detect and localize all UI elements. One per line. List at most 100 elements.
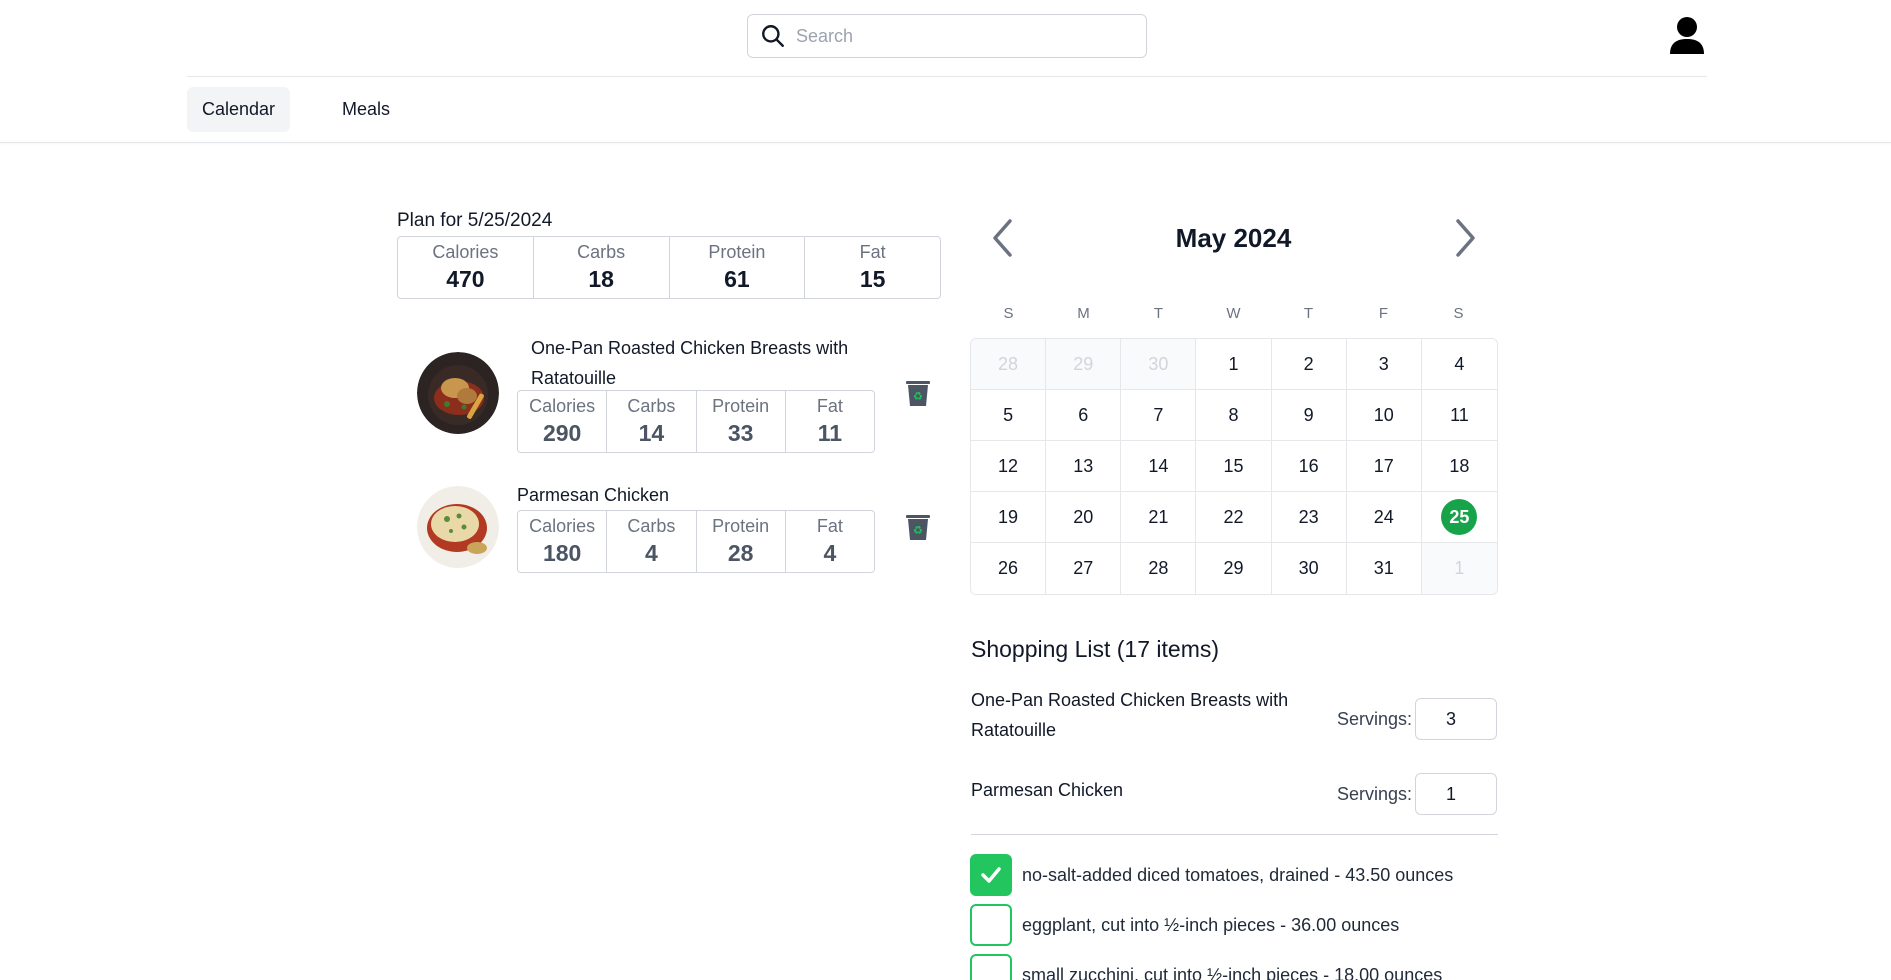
- calendar-day-number: 19: [998, 506, 1019, 527]
- macro-value: 61: [724, 266, 750, 292]
- calendar-day[interactable]: 1: [1421, 543, 1497, 594]
- calendar-day[interactable]: 9: [1271, 390, 1347, 441]
- parmesan-chicken-photo: [417, 486, 499, 568]
- shopping-meal-name: One-Pan Roasted Chicken Breasts with Rat…: [971, 690, 1289, 740]
- calendar-day[interactable]: 6: [1046, 390, 1122, 441]
- calendar-day[interactable]: 30: [1121, 339, 1197, 390]
- calendar-day[interactable]: 10: [1346, 390, 1422, 441]
- macro-value: 14: [638, 420, 665, 446]
- calendar-day-number: 13: [1073, 455, 1094, 476]
- meal-name[interactable]: One-Pan Roasted Chicken Breasts with Rat…: [531, 333, 871, 393]
- calendar-day[interactable]: 19: [971, 492, 1047, 543]
- calendar-day[interactable]: 4: [1421, 339, 1497, 390]
- calendar-day[interactable]: 16: [1271, 441, 1347, 492]
- calendar-day-number: 18: [1449, 455, 1470, 476]
- item-checkbox[interactable]: [970, 854, 1012, 896]
- calendar-day[interactable]: 20: [1046, 492, 1122, 543]
- calendar-day[interactable]: 11: [1421, 390, 1497, 441]
- calendar-day-number: 27: [1073, 558, 1094, 578]
- macro-label: Fat: [859, 242, 886, 262]
- macro-label: Protein: [708, 242, 766, 262]
- macro-label: Carbs: [627, 516, 676, 536]
- calendar-day[interactable]: 30: [1271, 543, 1347, 594]
- calendar-day[interactable]: 23: [1271, 492, 1347, 543]
- svg-text:♻: ♻: [913, 524, 923, 537]
- roasted-chicken-photo: [417, 352, 499, 434]
- macro-value: 28: [727, 540, 754, 566]
- macro-label: Carbs: [577, 242, 626, 262]
- user-avatar-icon[interactable]: [1668, 16, 1706, 56]
- calendar-day[interactable]: 31: [1346, 543, 1422, 594]
- calendar-day-number: 3: [1378, 353, 1389, 374]
- checkmark-icon: [981, 867, 1001, 883]
- shopping-divider: [971, 834, 1498, 835]
- macro-value: 18: [588, 266, 614, 292]
- calendar-day[interactable]: 18: [1421, 441, 1497, 492]
- trash-icon[interactable]: ♻: [903, 378, 933, 408]
- calendar-day-number: 21: [1148, 506, 1169, 527]
- calendar-day[interactable]: 27: [1046, 543, 1122, 594]
- macro-fat: Fat 11: [786, 391, 874, 452]
- shopping-list-title: Shopping List (17 items): [971, 636, 1220, 662]
- calendar-day[interactable]: 2: [1271, 339, 1347, 390]
- calendar-day-number: 22: [1223, 506, 1244, 527]
- macro-value: 15: [859, 266, 886, 292]
- calendar-day[interactable]: 17: [1346, 441, 1422, 492]
- calendar-day[interactable]: 12: [971, 441, 1047, 492]
- calendar-day-number: 6: [1078, 404, 1089, 425]
- calendar-day[interactable]: 5: [971, 390, 1047, 441]
- macro-calories: Calories 470: [398, 237, 534, 298]
- weekday-label: W: [1226, 305, 1241, 322]
- calendar-day-number: 8: [1228, 404, 1239, 425]
- calendar-day-number: 2: [1303, 353, 1314, 374]
- weekday-label: T: [1303, 305, 1314, 322]
- search-input[interactable]: [796, 25, 1116, 47]
- item-checkbox[interactable]: [970, 954, 1012, 980]
- search-icon: [762, 25, 784, 47]
- servings-label: Servings:: [1337, 784, 1413, 804]
- calendar-day[interactable]: 1: [1196, 339, 1272, 390]
- calendar-day-number: 9: [1303, 404, 1314, 425]
- calendar-day[interactable]: 29: [1046, 339, 1122, 390]
- calendar-day[interactable]: 13: [1046, 441, 1122, 492]
- calendar-day[interactable]: 22: [1196, 492, 1272, 543]
- calendar-day[interactable]: 15: [1196, 441, 1272, 492]
- next-month-chevron-icon[interactable]: [1450, 217, 1480, 259]
- item-label: small zucchini, cut into ½-inch pieces -…: [1022, 964, 1443, 980]
- calendar-day-number: 30: [1298, 558, 1319, 578]
- search-bar[interactable]: [747, 14, 1147, 58]
- calendar-day[interactable]: 7: [1121, 390, 1197, 441]
- macro-value: 470: [446, 266, 485, 292]
- calendar-day[interactable]: 26: [971, 543, 1047, 594]
- prev-month-chevron-icon[interactable]: [988, 217, 1018, 259]
- macro-value: 33: [727, 420, 754, 446]
- calendar-day[interactable]: 14: [1121, 441, 1197, 492]
- macro-carbs: Carbs 18: [534, 237, 670, 298]
- shopping-item: eggplant, cut into ½-inch pieces - 36.00…: [970, 904, 1399, 946]
- tab-calendar[interactable]: Calendar: [187, 87, 291, 132]
- trash-icon[interactable]: ♻: [903, 512, 933, 542]
- calendar-day[interactable]: 28: [1121, 543, 1197, 594]
- servings-input[interactable]: [1415, 698, 1497, 740]
- calendar-day[interactable]: 29: [1196, 543, 1272, 594]
- macro-value: 4: [823, 540, 837, 566]
- meal-name[interactable]: Parmesan Chicken: [517, 480, 857, 510]
- shopping-item: small zucchini, cut into ½-inch pieces -…: [970, 954, 1442, 980]
- tab-meals[interactable]: Meals: [327, 87, 405, 132]
- calendar-day[interactable]: 28: [971, 339, 1047, 390]
- plan-title: Plan for 5/25/2024: [397, 210, 553, 231]
- calendar-day-number: 10: [1373, 404, 1394, 425]
- header-divider: [187, 76, 1707, 77]
- item-checkbox[interactable]: [970, 904, 1012, 946]
- calendar-day-number: 17: [1373, 455, 1394, 476]
- calendar-day-number: 7: [1153, 404, 1164, 425]
- calendar-day-number: 15: [1223, 455, 1244, 476]
- calendar-day[interactable]: 24: [1346, 492, 1422, 543]
- calendar-day-number: 16: [1298, 455, 1319, 476]
- calendar-day-selected[interactable]: 25: [1421, 492, 1497, 543]
- calendar-day[interactable]: 3: [1346, 339, 1422, 390]
- calendar-day[interactable]: 8: [1196, 390, 1272, 441]
- servings-input[interactable]: [1415, 773, 1497, 815]
- macro-carbs: Carbs 4: [607, 511, 697, 572]
- calendar-day[interactable]: 21: [1121, 492, 1197, 543]
